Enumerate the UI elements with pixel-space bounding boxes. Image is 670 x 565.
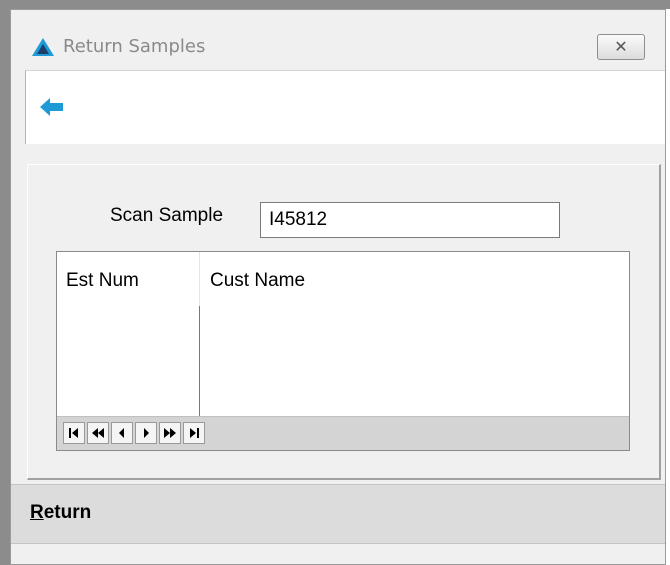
previous-record-icon	[119, 428, 124, 438]
close-icon: ✕	[614, 39, 628, 56]
app-logo-icon	[32, 38, 54, 56]
return-accelerator: R	[30, 502, 44, 523]
desktop-background-top	[0, 0, 670, 9]
arrow-left-icon[interactable]	[40, 97, 64, 117]
main-panel: Scan Sample Est Num Cust Name	[27, 164, 661, 480]
first-record-icon	[69, 428, 78, 438]
desktop-background-left	[0, 0, 10, 565]
toolbar	[25, 70, 665, 144]
title-bar[interactable]: Return Samples ✕	[11, 10, 665, 70]
column-divider[interactable]	[199, 306, 200, 416]
return-label: eturn	[43, 502, 92, 523]
column-header-cust-name[interactable]: Cust Name	[210, 270, 305, 292]
scan-sample-label: Scan Sample	[110, 205, 224, 226]
samples-grid[interactable]: Est Num Cust Name	[56, 251, 630, 451]
next-page-icon	[164, 428, 176, 438]
next-record-button[interactable]	[135, 422, 157, 444]
column-divider	[199, 252, 200, 306]
last-record-button[interactable]	[183, 422, 205, 444]
footer-bar: Return	[11, 484, 665, 544]
window-title: Return Samples	[63, 36, 206, 57]
next-record-icon	[144, 428, 149, 438]
first-record-button[interactable]	[63, 422, 85, 444]
previous-record-button[interactable]	[111, 422, 133, 444]
return-button[interactable]: Return	[30, 502, 91, 524]
return-samples-window: Return Samples ✕ Scan Sample Est Num Cus…	[10, 9, 666, 565]
next-page-button[interactable]	[159, 422, 181, 444]
scan-sample-input[interactable]	[260, 202, 560, 238]
column-header-est-num[interactable]: Est Num	[66, 270, 139, 292]
close-button[interactable]: ✕	[597, 34, 645, 60]
last-record-icon	[190, 428, 199, 438]
previous-page-button[interactable]	[87, 422, 109, 444]
toolbar-separator	[25, 144, 665, 164]
grid-navigator	[57, 416, 629, 450]
previous-page-icon	[92, 428, 104, 438]
